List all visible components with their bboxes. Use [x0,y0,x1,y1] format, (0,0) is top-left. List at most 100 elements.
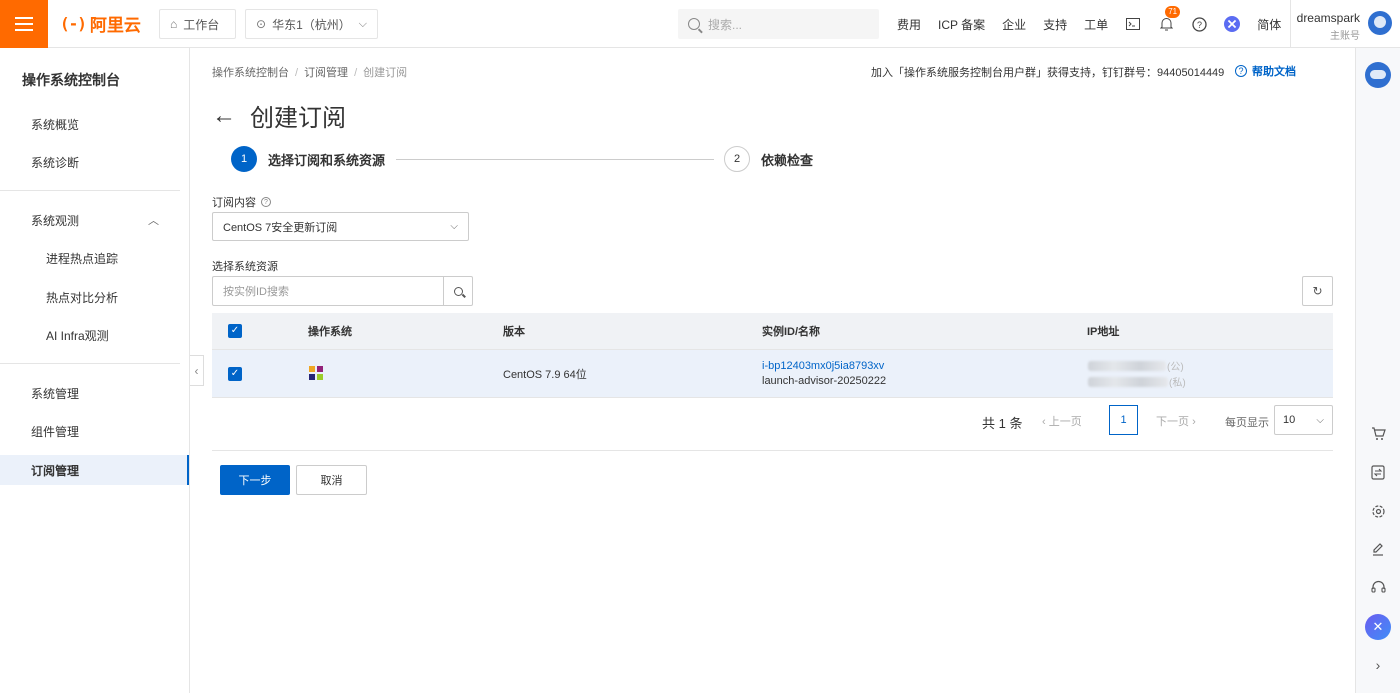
question-circle-icon: ? [1235,65,1247,77]
chevron-left-icon: ‹ [194,363,199,378]
help-docs-link[interactable]: ? 帮助文档 [1235,63,1296,79]
select-all-checkbox[interactable]: ✓ [228,313,242,349]
subscription-content-select[interactable]: CentOS 7安全更新订阅 ⌵ [212,212,469,241]
aliyun-logo[interactable]: (-) 阿里云 [60,11,148,36]
user-account-menu[interactable]: dreamspark 主账号 [1290,0,1400,48]
subscription-content-label: 订阅内容 ? [212,194,271,210]
sidebar-collapse-button[interactable]: ‹ [190,355,204,386]
home-icon: ⌂ [170,17,178,31]
back-arrow-icon[interactable]: ← [212,102,236,130]
cart-icon[interactable] [1366,422,1390,446]
subscription-content-value: CentOS 7安全更新订阅 [223,221,338,234]
ai-assistant-icon[interactable] [1224,16,1241,32]
instance-cell: i-bp12403mx0j5ia8793xv launch-advisor-20… [762,350,886,397]
ip-private-suffix: (私) [1169,378,1186,389]
sidebar-item-subscription-management[interactable]: 订阅管理 [0,455,189,485]
os-version: CentOS 7.9 64位 [503,368,587,381]
sidebar-item-observability[interactable]: 系统观测 ︿ [0,205,189,235]
divider [212,450,1333,451]
link-enterprise[interactable]: 企业 [1002,16,1026,33]
ai-assistant-icon[interactable]: ✕ [1365,614,1391,640]
top-links: 费用 ICP 备案 企业 支持 工单 71 ? 简体 [897,0,1298,48]
sidebar-divider [0,363,180,364]
help-docs-label: 帮助文档 [1252,66,1296,78]
step-number: 2 [724,146,750,172]
breadcrumb-item-console[interactable]: 操作系统控制台 [212,67,289,79]
pagination-total: 共 1 条 [982,416,1023,431]
step-1: 1 选择订阅和系统资源 [231,146,385,172]
redacted-private-ip [1088,376,1168,387]
svg-text:?: ? [1197,20,1202,30]
region-label: 华东1（杭州） [272,17,351,32]
column-header-os: 操作系统 [308,326,352,338]
assistant-avatar-icon[interactable] [1365,62,1391,88]
prev-page-label: 上一页 [1048,416,1082,428]
table-row[interactable]: ✓ CentOS 7.9 64位 i-bp12403mx0j5ia8793xv … [212,350,1333,398]
terminal-icon[interactable] [1125,16,1141,32]
swap-icon[interactable] [1366,460,1390,484]
instance-search-input[interactable]: 按实例ID搜索 [213,277,443,305]
chevron-up-icon: ︿ [148,215,159,227]
workbench-button[interactable]: ⌂ 工作台 [159,9,236,39]
sidebar-item-ai-infra[interactable]: AI Infra观测 [0,320,189,350]
link-billing[interactable]: 费用 [897,16,921,33]
hamburger-menu-button[interactable] [0,0,48,48]
headset-icon[interactable] [1366,575,1390,599]
next-step-button[interactable]: 下一步 [220,465,290,495]
sidebar-item-system-management[interactable]: 系统管理 [0,378,189,408]
hamburger-icon [15,16,33,31]
refresh-icon: ↻ [1312,284,1323,298]
sidebar-item-label: 系统观测 [31,213,80,228]
next-page-label: 下一页 [1156,416,1189,428]
right-tool-rail: ✕ › [1355,48,1400,693]
link-icp[interactable]: ICP 备案 [938,16,985,33]
sidebar-divider [0,190,180,191]
location-pin-icon: ⊙ [256,17,267,31]
redacted-public-ip [1088,360,1166,371]
page-size-label: 每页显示 [1225,417,1269,429]
question-circle-icon[interactable]: ? [261,197,271,207]
breadcrumb-item-current: 创建订阅 [363,67,408,79]
link-ticket[interactable]: 工单 [1084,16,1108,33]
step-label: 依赖检查 [761,152,814,168]
sidebar-item-process-hotspot[interactable]: 进程热点追踪 [0,243,189,273]
instance-search-button[interactable] [443,277,472,305]
gear-icon[interactable] [1366,499,1390,523]
help-icon[interactable]: ? [1191,16,1207,32]
instance-table: ✓ 操作系统 版本 实例ID/名称 IP地址 ✓ CentOS 7.9 64位 … [212,313,1333,398]
ip-address-cell: (公) (私) [1088,350,1186,397]
edit-icon[interactable] [1366,537,1390,561]
chevron-down-icon: ⌵ [1316,414,1324,426]
chevron-left-icon: ‹ [1042,416,1046,428]
page-number-button[interactable]: 1 [1109,405,1138,435]
sidebar-item-diagnosis[interactable]: 系统诊断 [0,147,189,177]
language-switch[interactable]: 简体 [1257,16,1281,33]
notification-bell-icon[interactable]: 71 [1158,6,1181,32]
page-size-select[interactable]: 10 ⌵ [1274,405,1333,435]
sidebar-item-overview[interactable]: 系统概览 [0,109,189,139]
row-checkbox[interactable]: ✓ [228,350,242,397]
breadcrumb-item-subscription[interactable]: 订阅管理 [304,67,348,79]
region-selector[interactable]: ⊙ 华东1（杭州） ⌵ [245,9,378,39]
page-title-text: 创建订阅 [250,105,346,132]
refresh-button[interactable]: ↻ [1302,276,1333,306]
aliyun-logo-text: 阿里云 [89,16,141,35]
next-page-button[interactable]: 下一页 › [1156,413,1196,429]
sidebar-item-hotspot-compare[interactable]: 热点对比分析 [0,282,189,312]
step-connector [396,159,714,160]
top-navigation-bar: (-) 阿里云 ⌂ 工作台 ⊙ 华东1（杭州） ⌵ 搜索... 费用 ICP 备… [0,0,1400,48]
global-search-input[interactable]: 搜索... [678,9,879,39]
check-icon: ✓ [228,366,242,381]
instance-search-placeholder: 按实例ID搜索 [223,286,289,298]
instance-id-link[interactable]: i-bp12403mx0j5ia8793xv [762,360,886,372]
link-support[interactable]: 支持 [1043,16,1067,33]
subscription-content-label-text: 订阅内容 [212,197,256,209]
prev-page-button[interactable]: ‹ 上一页 [1042,413,1082,429]
cancel-button[interactable]: 取消 [296,465,367,495]
chevron-right-icon[interactable]: › [1366,653,1390,677]
search-icon [453,286,463,296]
table-header: ✓ 操作系统 版本 实例ID/名称 IP地址 [212,313,1333,350]
system-resource-label: 选择系统资源 [212,261,278,273]
workbench-label: 工作台 [183,17,220,32]
step-2: 2 依赖检查 [724,146,813,172]
